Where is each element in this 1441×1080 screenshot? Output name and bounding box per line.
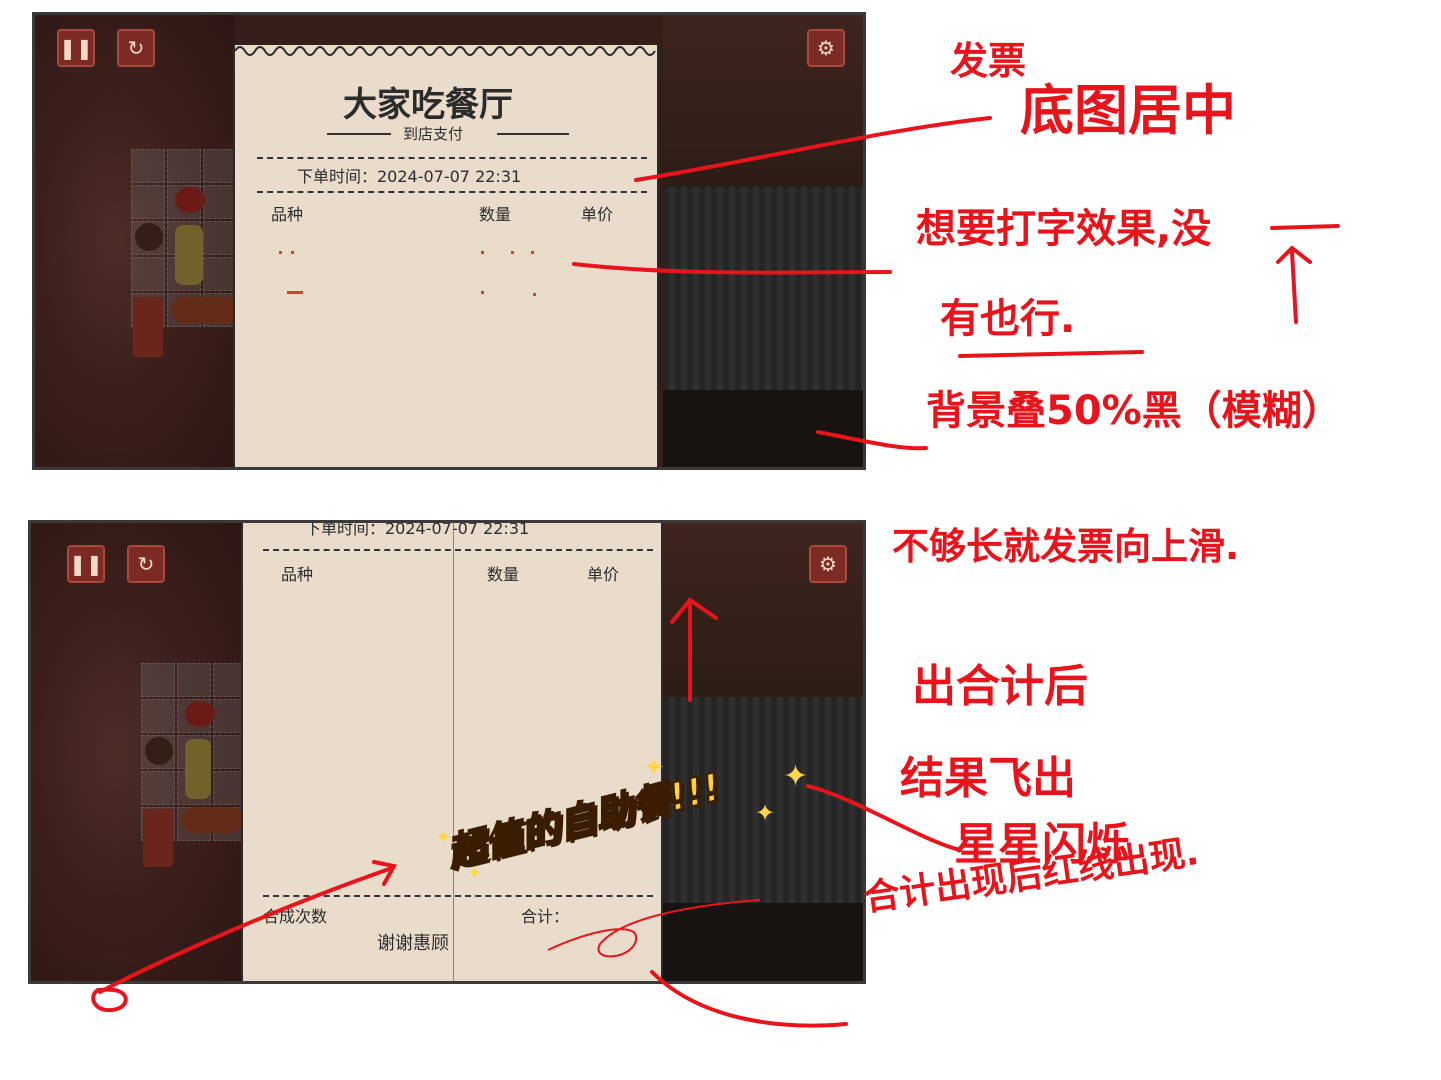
annotation-result-fly: 结果飞出: [900, 753, 1076, 804]
annotation-typing-effect-2: 有也行.: [940, 296, 1076, 342]
annotation-invoice: 发票: [950, 39, 1027, 83]
annotation-scroll-up: 不够长就发票向上滑.: [892, 525, 1240, 568]
annotation-center-background: 底图居中: [1020, 79, 1236, 142]
annotation-background-dim: 背景叠50%黑（模糊）: [926, 388, 1342, 434]
annotation-after-total: 出合计后: [912, 661, 1088, 712]
annotation-typing-effect: 想要打字效果,没: [916, 206, 1212, 252]
